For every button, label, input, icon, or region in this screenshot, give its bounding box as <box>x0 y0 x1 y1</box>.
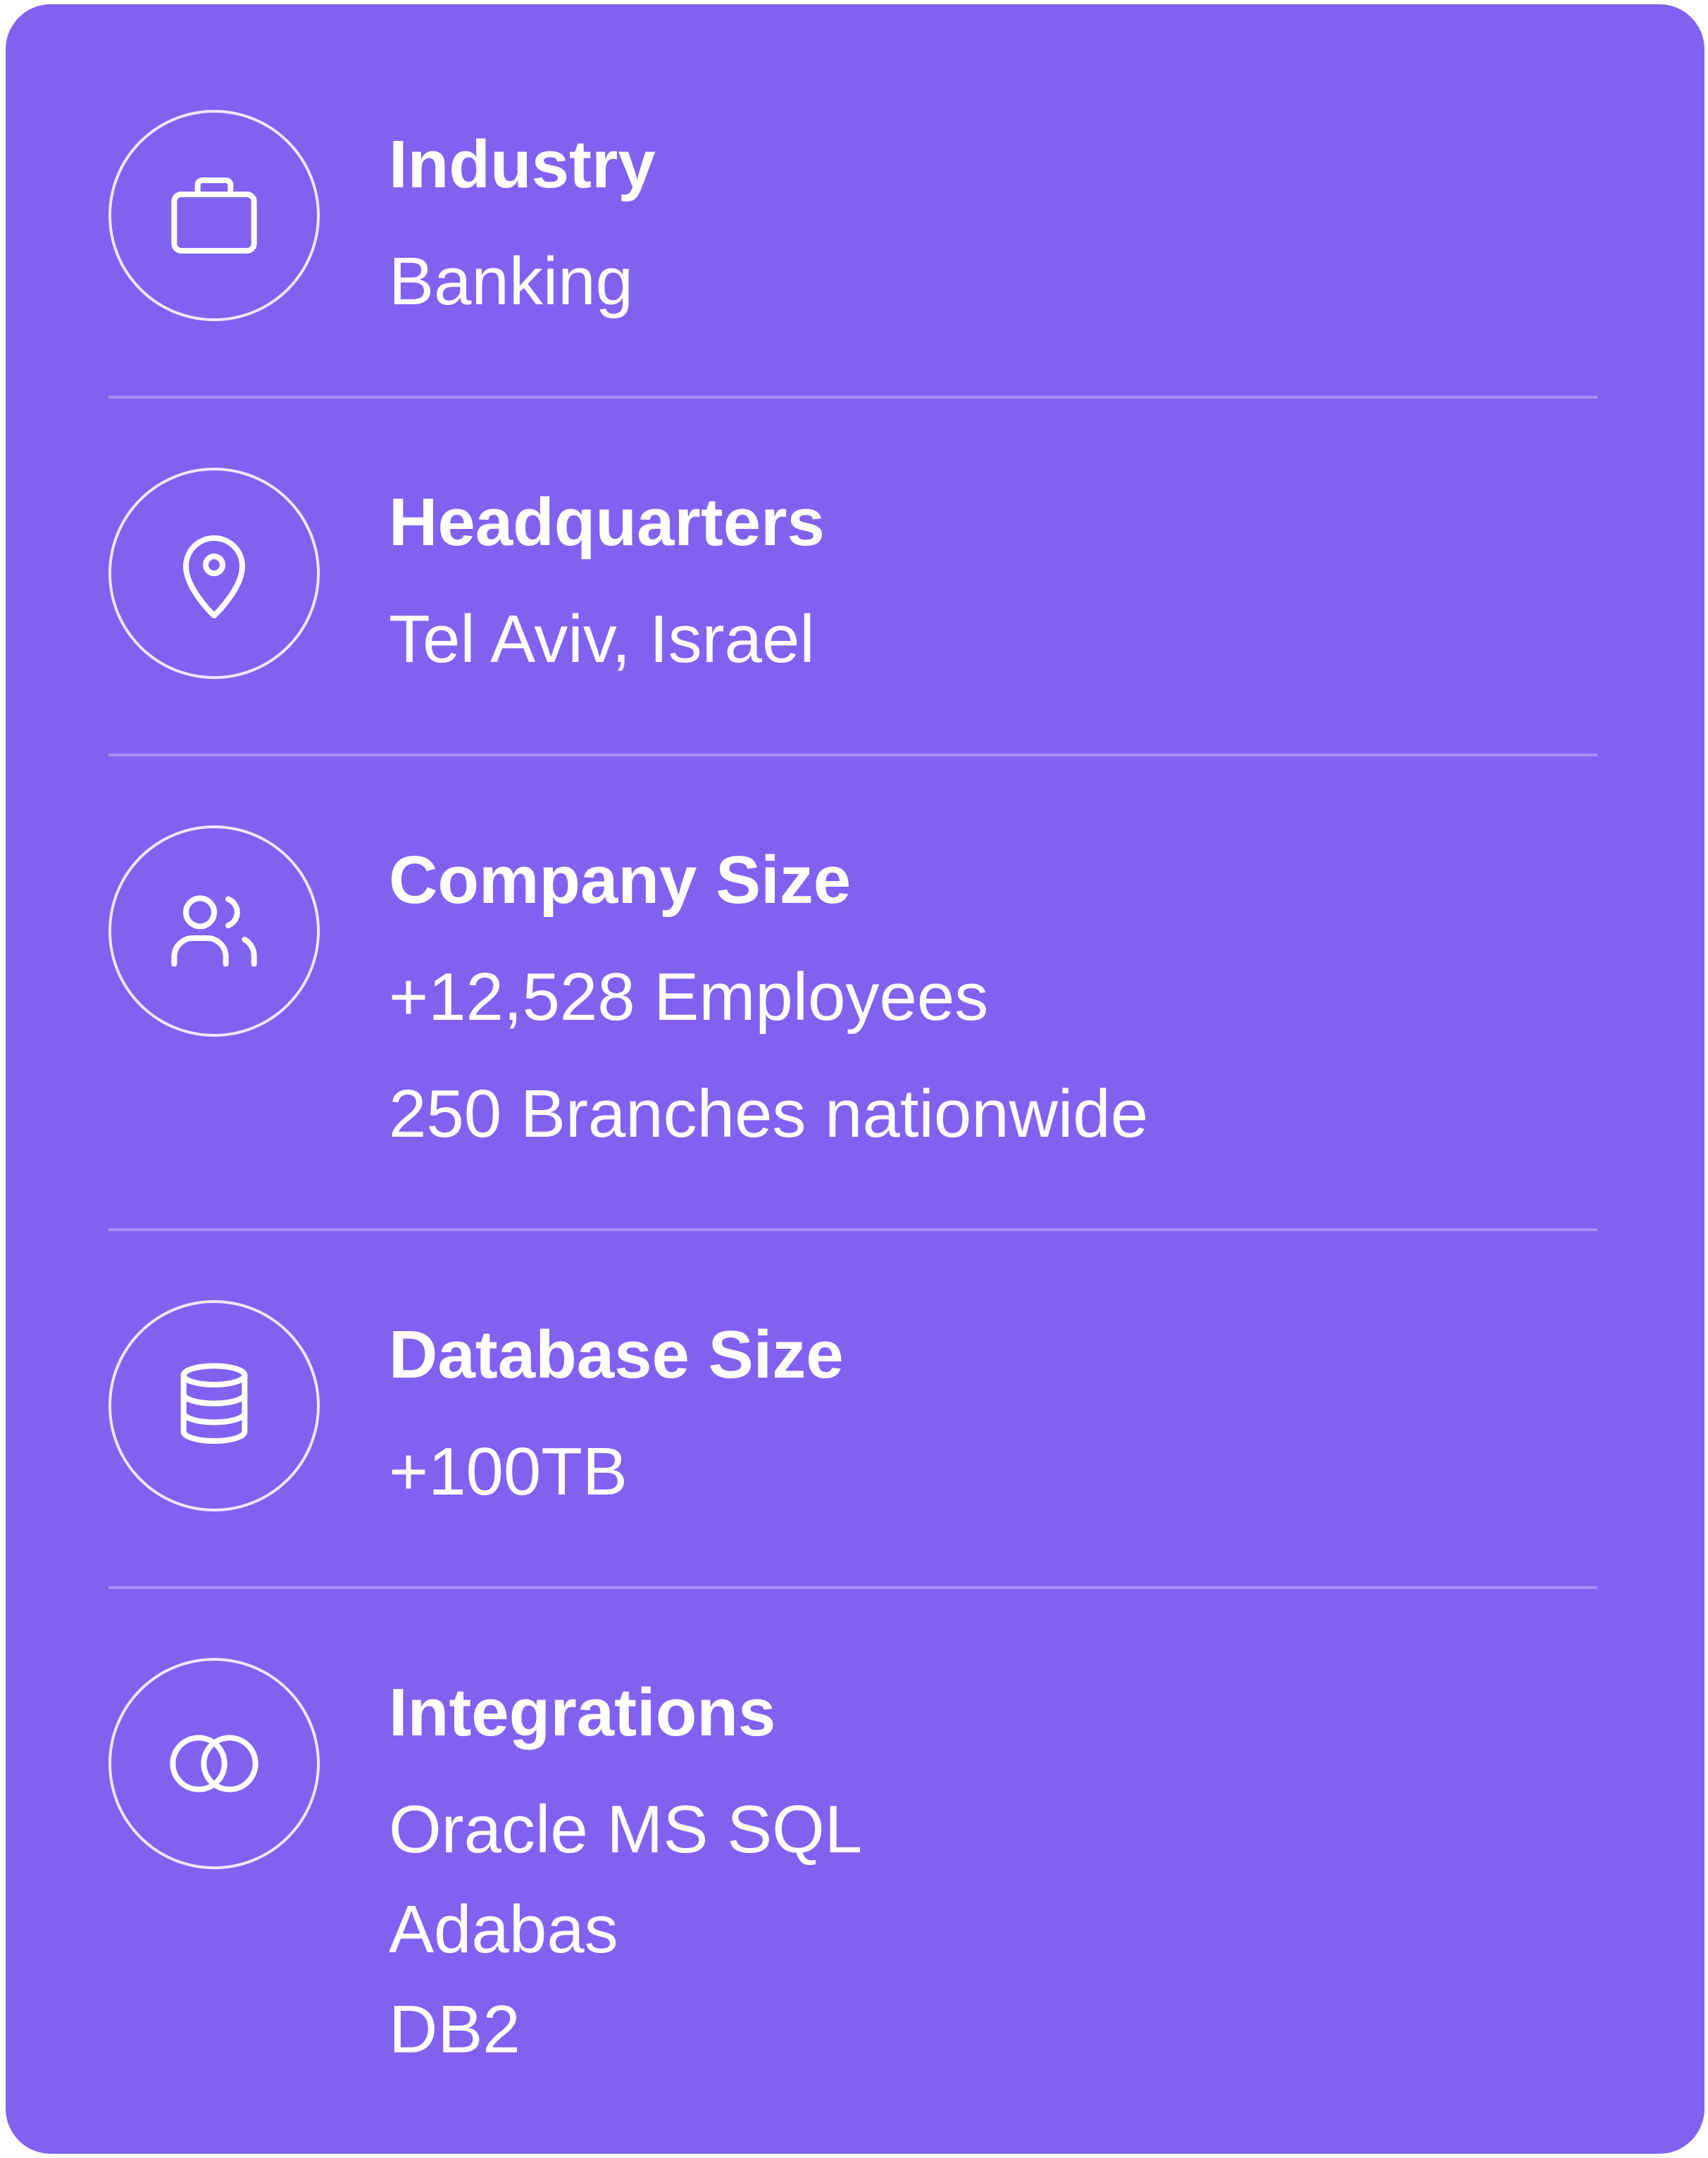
users-icon <box>108 825 320 1037</box>
divider <box>108 1586 1597 1589</box>
company-size-label: Company Size <box>389 842 852 918</box>
headquarters-label: Headquarters <box>389 485 825 560</box>
divider <box>108 1228 1597 1231</box>
divider <box>108 754 1597 756</box>
company-size-employees: +12,528 Employees <box>389 959 989 1035</box>
integrations-label: Integrations <box>389 1675 776 1750</box>
database-size-value: +100TB <box>389 1434 628 1509</box>
company-info-card: Industry Banking Headquarters Tel Aviv, … <box>6 4 1704 2154</box>
briefcase-icon <box>108 110 320 321</box>
headquarters-value: Tel Aviv, Israel <box>389 601 815 677</box>
industry-value: Banking <box>389 244 633 319</box>
integrations-value-adabas: Adabas <box>389 1892 618 1967</box>
divider <box>108 396 1597 399</box>
map-pin-icon <box>108 468 320 679</box>
database-size-label: Database Size <box>389 1317 844 1392</box>
integrations-icon <box>108 1658 320 1869</box>
integrations-value-db2: DB2 <box>389 1992 520 2067</box>
database-icon <box>108 1300 320 1511</box>
company-size-branches: 250 Branches nationwide <box>389 1076 1149 1152</box>
integrations-value-oracle-mssql: Oracle MS SQL <box>389 1792 863 1867</box>
industry-label: Industry <box>389 127 656 202</box>
